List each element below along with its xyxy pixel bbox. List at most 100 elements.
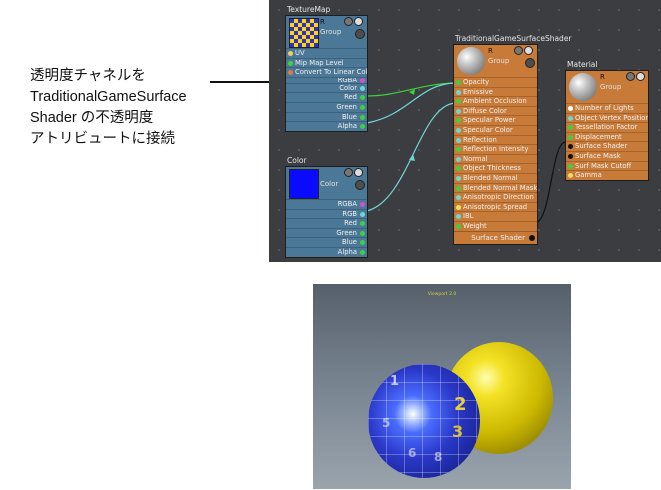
texturemap-node-output-port[interactable] bbox=[355, 29, 365, 39]
shader-input-row[interactable]: Specular Color bbox=[454, 124, 537, 135]
color-output-red[interactable]: Red bbox=[286, 218, 367, 228]
material-input-row[interactable]: Object Vertex Position bbox=[566, 112, 648, 123]
shader-info-icon[interactable] bbox=[524, 46, 533, 55]
shader-input-row[interactable]: Ambient Occlusion bbox=[454, 96, 537, 106]
port-dot[interactable] bbox=[456, 137, 461, 143]
port-dot[interactable] bbox=[360, 104, 365, 110]
port-dot[interactable] bbox=[288, 60, 293, 66]
port-dot[interactable] bbox=[456, 223, 461, 229]
port-dot[interactable] bbox=[456, 185, 461, 191]
material-node-header[interactable]: R Group bbox=[566, 71, 648, 103]
shader-output-surface[interactable]: Surface Shader bbox=[454, 230, 537, 244]
port-dot[interactable] bbox=[360, 202, 365, 207]
port-dot[interactable] bbox=[568, 125, 573, 131]
shader-node-output-port[interactable] bbox=[525, 58, 535, 68]
port-dot[interactable] bbox=[568, 163, 573, 169]
port-dot[interactable] bbox=[529, 234, 535, 241]
shader-input-row[interactable]: Emissive bbox=[454, 86, 537, 97]
port-dot[interactable] bbox=[568, 115, 573, 121]
color-node-output-port[interactable] bbox=[355, 180, 365, 190]
color-output-green[interactable]: Green bbox=[286, 227, 367, 238]
texturemap-input-uv[interactable]: UV bbox=[286, 48, 367, 58]
shader-input-row[interactable]: Reflection Intensity bbox=[454, 144, 537, 154]
color-output-alpha[interactable]: Alpha bbox=[286, 246, 367, 257]
texturemap-node[interactable]: R Group UV Mip Map Level Convert To Line… bbox=[285, 15, 368, 132]
color-node[interactable]: Color RGBA RGB Red Green Blue Alpha bbox=[285, 166, 368, 258]
port-dot[interactable] bbox=[360, 230, 365, 236]
texturemap-output-alpha[interactable]: Alpha bbox=[286, 121, 367, 131]
port-dot[interactable] bbox=[360, 221, 365, 227]
port-dot[interactable] bbox=[568, 144, 573, 150]
shader-input-row[interactable]: Specular Power bbox=[454, 115, 537, 125]
shader-input-row[interactable]: Diffuse Color bbox=[454, 105, 537, 116]
color-output-rgb[interactable]: RGB bbox=[286, 208, 367, 219]
port-dot[interactable] bbox=[456, 214, 461, 220]
port-dot[interactable] bbox=[288, 51, 293, 56]
port-dot[interactable] bbox=[568, 173, 573, 179]
texturemap-output-red[interactable]: Red bbox=[286, 92, 367, 102]
material-input-row[interactable]: Number of Lights bbox=[566, 103, 648, 113]
port-dot[interactable] bbox=[568, 134, 573, 140]
texturemap-output-green[interactable]: Green bbox=[286, 101, 367, 112]
viewport-render[interactable]: Viewport 2.0 1 2 3 5 6 8 bbox=[313, 284, 571, 489]
wire-shader-to-material bbox=[534, 141, 566, 224]
material-input-row[interactable]: Gamma bbox=[566, 170, 648, 180]
port-dot[interactable] bbox=[568, 106, 573, 111]
port-dot[interactable] bbox=[456, 99, 461, 105]
port-dot[interactable] bbox=[568, 153, 573, 159]
shader-input-row[interactable]: Object Thickness bbox=[454, 163, 537, 173]
shader-node-header[interactable]: R Group bbox=[454, 45, 537, 77]
shader-minimize-icon[interactable] bbox=[514, 46, 523, 55]
port-dot[interactable] bbox=[456, 166, 461, 172]
port-dot[interactable] bbox=[456, 175, 461, 181]
port-dot[interactable] bbox=[456, 204, 461, 210]
material-minimize-icon[interactable] bbox=[626, 72, 635, 81]
shader-input-row[interactable]: Blended Normal Mask bbox=[454, 182, 537, 193]
material-input-row[interactable]: Surface Mask bbox=[566, 150, 648, 161]
port-dot[interactable] bbox=[360, 249, 365, 255]
port-dot[interactable] bbox=[456, 127, 461, 133]
port-dot[interactable] bbox=[288, 70, 293, 76]
port-dot[interactable] bbox=[360, 114, 365, 120]
shader-input-row[interactable]: Reflection bbox=[454, 134, 537, 145]
color-node-header[interactable]: Color bbox=[286, 167, 367, 199]
material-node[interactable]: R Group Number of Lights Object Vertex Po… bbox=[565, 70, 649, 181]
color-output-blue[interactable]: Blue bbox=[286, 237, 367, 247]
port-dot[interactable] bbox=[360, 85, 365, 91]
shader-input-row[interactable]: Normal bbox=[454, 153, 537, 164]
port-dot[interactable] bbox=[456, 195, 461, 201]
shader-input-row[interactable]: Anisotropic Direction bbox=[454, 192, 537, 202]
port-dot[interactable] bbox=[456, 156, 461, 162]
texturemap-output-color[interactable]: Color bbox=[286, 82, 367, 93]
material-input-row[interactable]: Displacement bbox=[566, 131, 648, 142]
material-input-row[interactable]: Surface Shader bbox=[566, 141, 648, 151]
material-input-row[interactable]: Surf Mask Cutoff bbox=[566, 160, 648, 171]
port-dot[interactable] bbox=[360, 95, 365, 101]
shader-input-row[interactable]: IBL bbox=[454, 211, 537, 221]
port-dot[interactable] bbox=[456, 147, 461, 153]
port-dot[interactable] bbox=[456, 118, 461, 124]
shader-node[interactable]: R Group Opacity Emissive Ambient Occlusion… bbox=[453, 44, 538, 245]
shader-input-row[interactable]: Weight bbox=[454, 220, 537, 231]
port-dot[interactable] bbox=[456, 80, 461, 85]
texturemap-info-icon[interactable] bbox=[354, 17, 363, 26]
port-dot[interactable] bbox=[360, 211, 365, 217]
material-input-row[interactable]: Tessellation Factor bbox=[566, 122, 648, 132]
texturemap-node-header[interactable]: R Group bbox=[286, 16, 367, 48]
texturemap-input-convert[interactable]: Convert To Linear Color bbox=[286, 67, 367, 77]
port-dot[interactable] bbox=[456, 89, 461, 95]
material-info-icon[interactable] bbox=[636, 72, 645, 81]
port-dot[interactable] bbox=[360, 124, 365, 130]
texturemap-input-mip[interactable]: Mip Map Level bbox=[286, 57, 367, 68]
color-minimize-icon[interactable] bbox=[344, 168, 353, 177]
shader-input-row[interactable]: Blended Normal bbox=[454, 172, 537, 183]
color-info-icon[interactable] bbox=[354, 168, 363, 177]
shader-input-row[interactable]: Opacity bbox=[454, 77, 537, 87]
shader-input-row[interactable]: Anisotropic Spread bbox=[454, 201, 537, 212]
color-output-rgba[interactable]: RGBA bbox=[286, 199, 367, 209]
port-dot[interactable] bbox=[360, 240, 365, 246]
node-editor-canvas[interactable]: TextureMap R Group UV Mip Map Level Conv… bbox=[269, 0, 661, 262]
texturemap-minimize-icon[interactable] bbox=[344, 17, 353, 26]
port-dot[interactable] bbox=[456, 108, 461, 114]
texturemap-output-blue[interactable]: Blue bbox=[286, 111, 367, 122]
